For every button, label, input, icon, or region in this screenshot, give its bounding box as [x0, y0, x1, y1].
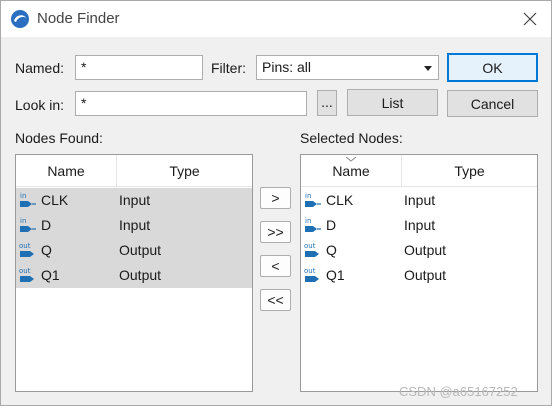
- output-pin-icon: out: [304, 267, 319, 282]
- named-input[interactable]: *: [75, 55, 203, 80]
- node-name: Q: [41, 242, 52, 258]
- node-type: Input: [404, 217, 436, 233]
- list-item[interactable]: out Q Output: [301, 238, 537, 263]
- node-type: Input: [119, 192, 151, 208]
- node-type: Output: [119, 242, 162, 258]
- selected-nodes-label: Selected Nodes:: [300, 130, 403, 146]
- svg-text:out: out: [19, 242, 31, 250]
- lookin-input[interactable]: *: [75, 91, 307, 116]
- ok-button[interactable]: OK: [447, 53, 538, 82]
- node-name: Q1: [41, 267, 60, 283]
- chevron-down-icon: [424, 66, 432, 71]
- list-item[interactable]: out Q Output: [16, 238, 252, 263]
- node-type: Output: [404, 267, 447, 283]
- close-button[interactable]: [515, 5, 545, 33]
- filter-label: Filter:: [211, 60, 246, 76]
- list-button[interactable]: List: [347, 89, 438, 116]
- node-name: Q1: [326, 267, 345, 283]
- node-name: CLK: [326, 192, 354, 208]
- input-pin-icon: in: [20, 217, 36, 232]
- remove-selected-button[interactable]: <: [260, 255, 291, 277]
- list-header: Name Type: [16, 155, 252, 187]
- nodes-found-list[interactable]: Name Type in CLK Input in D Input out Q …: [15, 154, 253, 392]
- list-item[interactable]: in CLK Input: [16, 188, 252, 213]
- add-selected-button[interactable]: >: [260, 187, 291, 209]
- browse-button[interactable]: ...: [317, 90, 337, 116]
- app-icon: [11, 10, 29, 28]
- remove-all-button[interactable]: <<: [260, 289, 291, 311]
- svg-text:in: in: [305, 192, 311, 200]
- named-label: Named:: [15, 60, 65, 76]
- column-header-name[interactable]: Name: [16, 155, 116, 187]
- list-header: Name Type: [301, 155, 537, 187]
- input-pin-icon: in: [20, 192, 36, 207]
- svg-text:in: in: [20, 217, 26, 225]
- svg-text:out: out: [19, 267, 31, 275]
- list-item[interactable]: in CLK Input: [301, 188, 537, 213]
- input-pin-icon: in: [305, 192, 321, 207]
- title-bar: Node Finder: [1, 1, 551, 37]
- input-pin-icon: in: [305, 217, 321, 232]
- svg-text:out: out: [304, 267, 316, 275]
- output-pin-icon: out: [19, 242, 34, 257]
- nodes-found-label: Nodes Found:: [15, 130, 103, 146]
- filter-select[interactable]: Pins: all: [256, 55, 439, 80]
- filter-select-value: Pins: all: [262, 59, 312, 75]
- close-icon: [523, 12, 537, 26]
- node-finder-dialog: Node Finder Named: * Filter: Pins: all O…: [0, 0, 552, 406]
- output-pin-icon: out: [304, 242, 319, 257]
- node-type: Output: [404, 242, 447, 258]
- list-item[interactable]: out Q1 Output: [301, 263, 537, 288]
- output-pin-icon: out: [19, 267, 34, 282]
- lookin-label: Look in:: [15, 97, 65, 113]
- svg-text:out: out: [304, 242, 316, 250]
- node-name: CLK: [41, 192, 69, 208]
- watermark-text: CSDN @a65167252: [399, 384, 518, 399]
- node-type: Input: [404, 192, 436, 208]
- svg-text:in: in: [20, 192, 26, 200]
- node-type: Input: [119, 217, 151, 233]
- column-header-type[interactable]: Type: [117, 155, 252, 187]
- svg-text:in: in: [305, 217, 311, 225]
- column-header-name[interactable]: Name: [301, 155, 401, 187]
- node-type: Output: [119, 267, 162, 283]
- node-name: D: [41, 217, 52, 233]
- column-header-type[interactable]: Type: [402, 155, 537, 187]
- window-title: Node Finder: [37, 10, 120, 27]
- list-item[interactable]: out Q1 Output: [16, 263, 252, 288]
- list-item[interactable]: in D Input: [301, 213, 537, 238]
- selected-nodes-list[interactable]: Name Type in CLK Input in D Input out Q …: [300, 154, 538, 392]
- list-item[interactable]: in D Input: [16, 213, 252, 238]
- cancel-button[interactable]: Cancel: [447, 90, 538, 117]
- add-all-button[interactable]: >>: [260, 221, 291, 243]
- node-name: Q: [326, 242, 337, 258]
- node-name: D: [326, 217, 337, 233]
